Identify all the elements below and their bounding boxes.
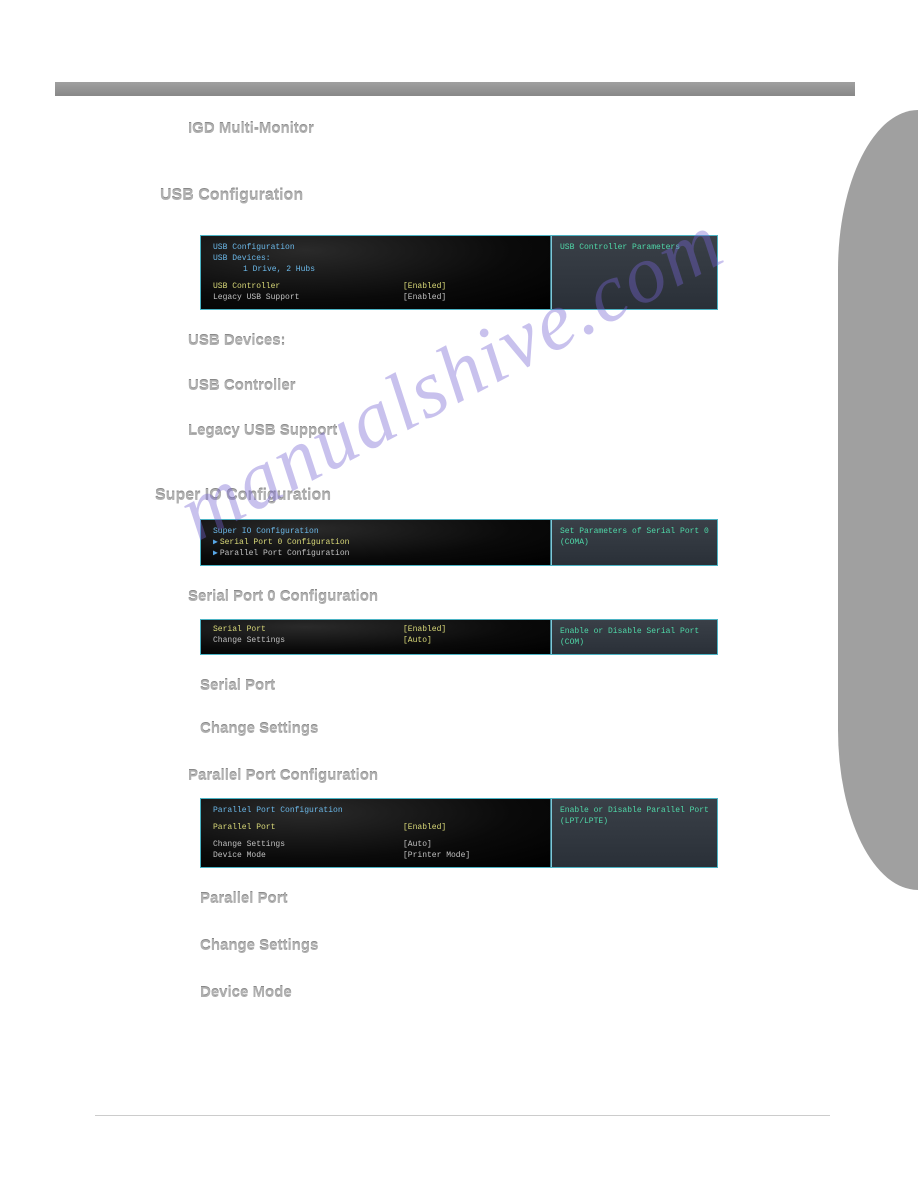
option-value: [Printer Mode]: [403, 850, 542, 861]
option-row[interactable]: Change Settings [Auto]: [213, 635, 542, 646]
heading-super-io: Super IO Configuration: [155, 487, 918, 505]
option-row[interactable]: Change Settings [Auto]: [213, 839, 542, 850]
bios-panel-usb: USB Configuration USB Devices: 1 Drive, …: [200, 235, 718, 310]
bios-panel-superio: Super IO Configuration ▶ Serial Port 0 C…: [200, 519, 718, 566]
option-label: Device Mode: [213, 850, 403, 861]
option-value: [Enabled]: [403, 292, 542, 303]
heading-parallel-port: Parallel Port: [200, 890, 918, 907]
bios-left: USB Configuration USB Devices: 1 Drive, …: [201, 236, 551, 309]
heading-parallel-config: Parallel Port Configuration: [188, 767, 918, 784]
option-label: Legacy USB Support: [213, 292, 403, 303]
option-row[interactable]: Legacy USB Support [Enabled]: [213, 292, 542, 303]
heading-usb-devices: USB Devices:: [188, 332, 918, 349]
heading-device-mode: Device Mode: [200, 984, 918, 1001]
option-row[interactable]: Parallel Port [Enabled]: [213, 822, 542, 833]
heading-change-settings-2: Change Settings: [200, 937, 918, 954]
option-label: Parallel Port: [213, 822, 403, 833]
arrow-icon: ▶: [213, 548, 218, 559]
option-label: Change Settings: [213, 839, 403, 850]
usb-devices-value: 1 Drive, 2 Hubs: [213, 264, 542, 275]
bios-help: Set Parameters of Serial Port 0 (COMA): [551, 520, 717, 565]
heading-serial-port: Serial Port: [200, 677, 918, 694]
bios-help: Enable or Disable Serial Port (COM): [551, 620, 717, 654]
heading-usb-config: USB Configuration: [160, 187, 918, 205]
bios-left: Parallel Port Configuration Parallel Por…: [201, 799, 551, 867]
option-value: [Enabled]: [403, 281, 542, 292]
page-content: IGD Multi-Monitor USB Configuration USB …: [0, 120, 918, 1015]
submenu-row[interactable]: ▶ Parallel Port Configuration: [213, 548, 542, 559]
panel-title: USB Configuration: [213, 242, 542, 253]
panel-title: Parallel Port Configuration: [213, 805, 542, 816]
bios-help: Enable or Disable Parallel Port (LPT/LPT…: [551, 799, 717, 867]
heading-change-settings: Change Settings: [200, 720, 918, 737]
option-label: USB Controller: [213, 281, 403, 292]
submenu-row[interactable]: ▶ Serial Port 0 Configuration: [213, 537, 542, 548]
heading-usb-controller: USB Controller: [188, 377, 918, 394]
bios-help: USB Controller Parameters: [551, 236, 717, 309]
option-value: [Enabled]: [403, 822, 542, 833]
option-label: Serial Port: [213, 624, 403, 635]
top-rule: [55, 82, 855, 96]
heading-serial0: Serial Port 0 Configuration: [188, 588, 918, 605]
bios-left: Super IO Configuration ▶ Serial Port 0 C…: [201, 520, 551, 565]
heading-igd: IGD Multi-Monitor: [188, 120, 918, 137]
heading-legacy-usb: Legacy USB Support: [188, 422, 918, 439]
bottom-rule: [95, 1115, 830, 1116]
option-row[interactable]: Serial Port [Enabled]: [213, 624, 542, 635]
bios-panel-parallel: Parallel Port Configuration Parallel Por…: [200, 798, 718, 868]
bios-left: Serial Port [Enabled] Change Settings [A…: [201, 620, 551, 654]
option-label: Change Settings: [213, 635, 403, 646]
option-value: [Auto]: [403, 635, 542, 646]
option-row[interactable]: Device Mode [Printer Mode]: [213, 850, 542, 861]
submenu-label: Parallel Port Configuration: [220, 548, 350, 559]
panel-title: Super IO Configuration: [213, 526, 542, 537]
option-row[interactable]: USB Controller [Enabled]: [213, 281, 542, 292]
arrow-icon: ▶: [213, 537, 218, 548]
option-value: [Auto]: [403, 839, 542, 850]
option-value: [Enabled]: [403, 624, 542, 635]
submenu-label: Serial Port 0 Configuration: [220, 537, 350, 548]
usb-devices-label: USB Devices:: [213, 253, 542, 264]
bios-panel-serial: Serial Port [Enabled] Change Settings [A…: [200, 619, 718, 655]
